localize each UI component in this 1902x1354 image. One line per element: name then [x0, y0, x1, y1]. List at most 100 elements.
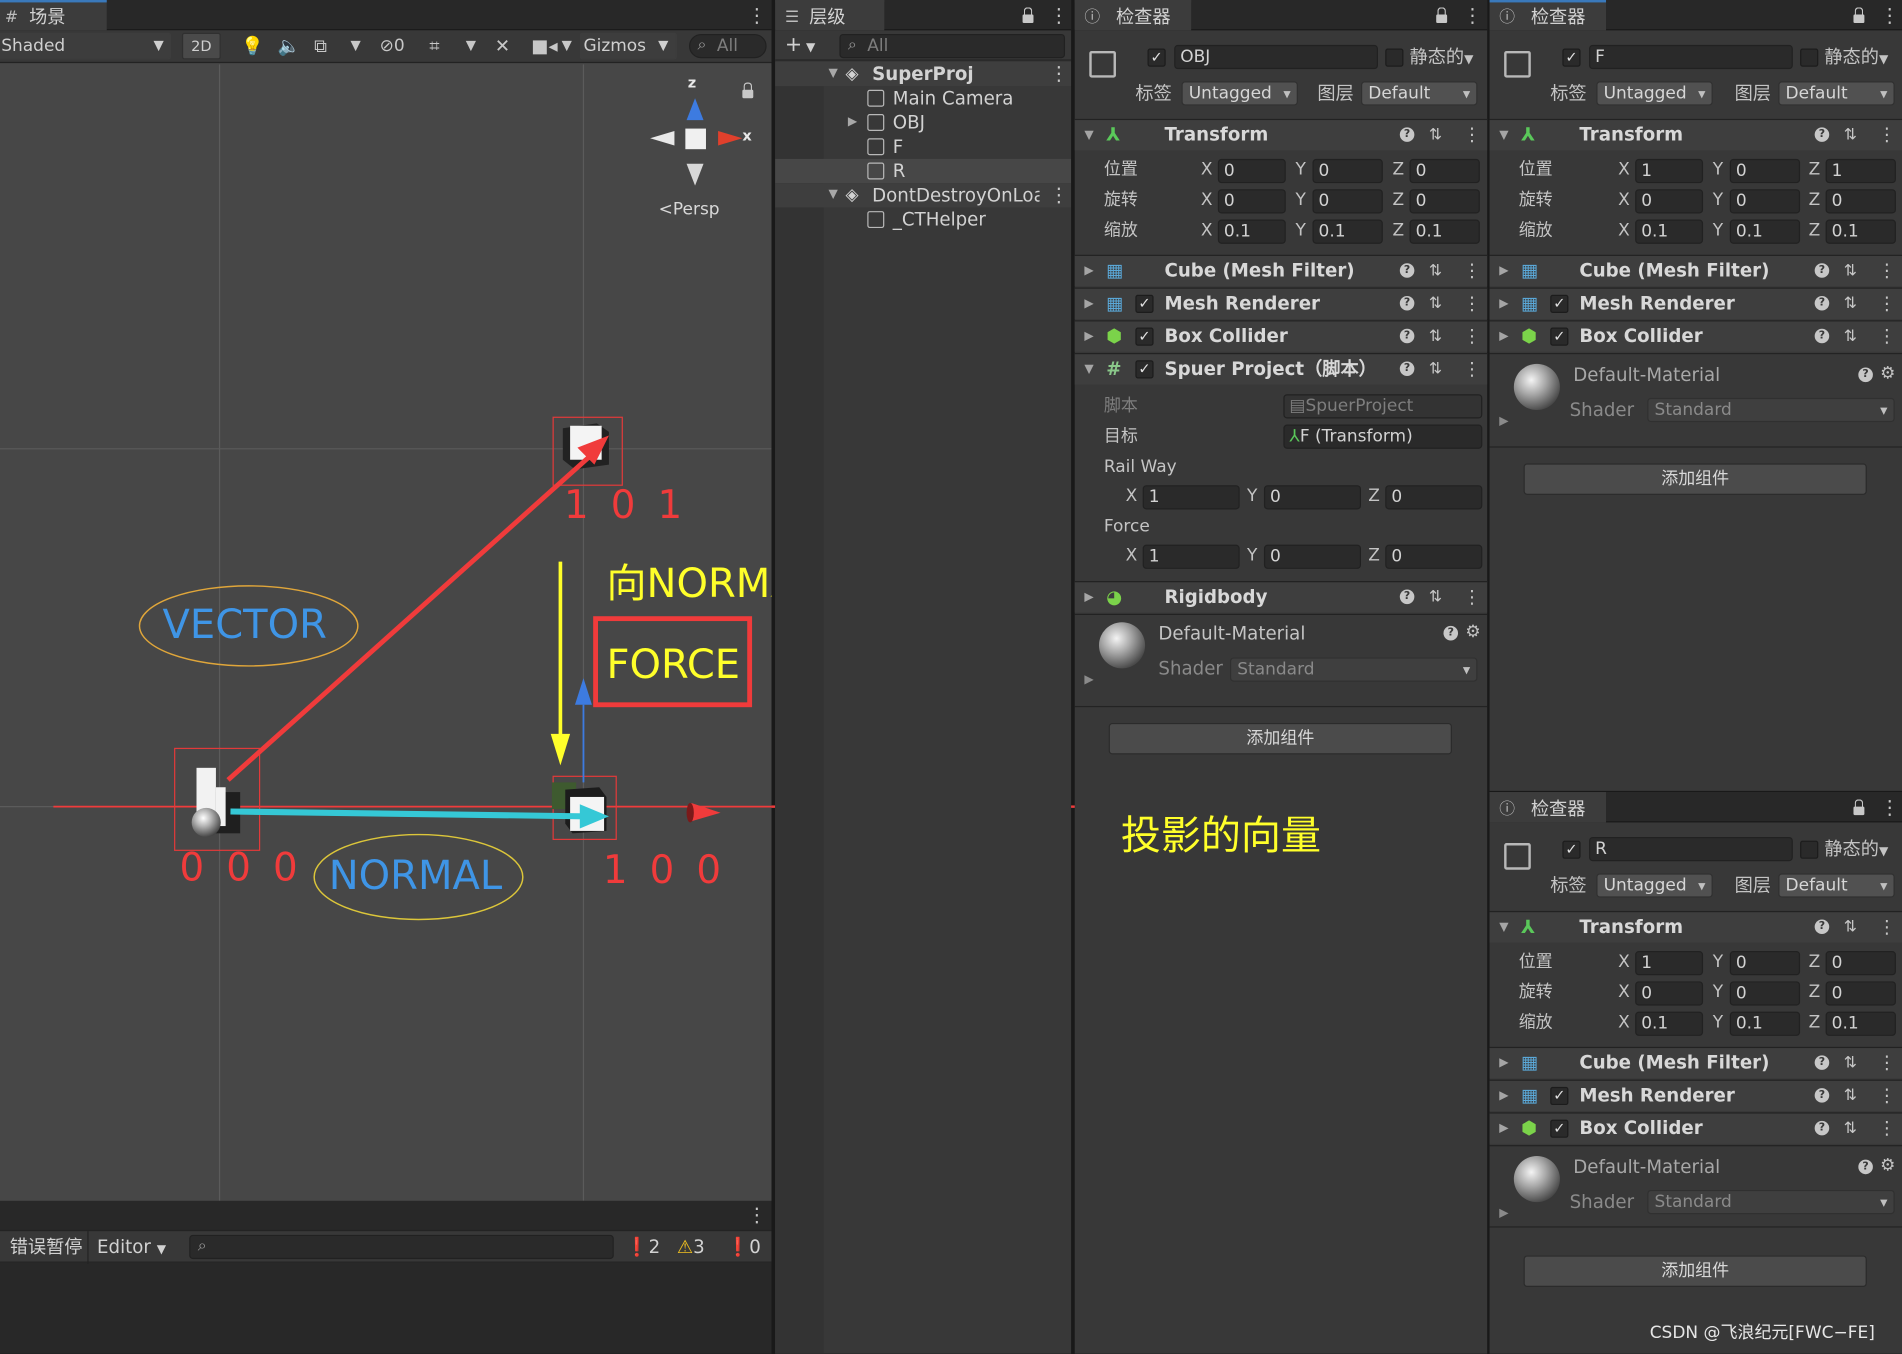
help-icon[interactable]: ?	[1399, 361, 1415, 377]
editor-target-dropdown[interactable]: Editor ▼	[97, 1236, 166, 1261]
expand-arrow-icon[interactable]: ▶	[848, 110, 857, 134]
gameobject-name-field[interactable]: R	[1589, 836, 1793, 862]
scene-more-icon[interactable]: ⋮	[1049, 185, 1068, 205]
lighting-icon[interactable]: 💡	[241, 34, 264, 58]
console-search-input[interactable]	[189, 1234, 614, 1260]
rail-way-z-field[interactable]: 0	[1385, 485, 1483, 510]
mesh-filter-header[interactable]: ▶ ▦ Cube (Mesh Filter) ? ⇅ ⋮	[1489, 254, 1902, 287]
hierarchy-item-obj[interactable]: ▶ OBJ	[775, 110, 1071, 134]
tab-hierarchy[interactable]: ☰ 层级	[775, 0, 885, 31]
component-more-icon[interactable]: ⋮	[1463, 120, 1481, 150]
help-icon[interactable]: ?	[1399, 328, 1415, 344]
help-icon[interactable]: ?	[1399, 263, 1415, 278]
inspector-more-icon[interactable]: ⋮	[1880, 798, 1899, 817]
shader-dropdown[interactable]: Standard	[1647, 397, 1895, 423]
static-checkbox[interactable]	[1385, 48, 1404, 67]
preset-icon[interactable]: ⇅	[1844, 256, 1857, 286]
force-z-field[interactable]: 0	[1385, 544, 1483, 569]
help-icon[interactable]: ?	[1858, 367, 1873, 383]
mesh-renderer-header[interactable]: ▶ ▦ ✓ Mesh Renderer ? ⇅ ⋮	[1489, 287, 1902, 320]
inspector-lock-icon[interactable]	[1436, 7, 1448, 24]
preset-icon[interactable]: ⇅	[1844, 1081, 1857, 1111]
hierarchy-item-f[interactable]: F	[775, 135, 1071, 159]
help-icon[interactable]: ?	[1443, 625, 1459, 641]
shader-dropdown[interactable]: Standard	[1647, 1189, 1895, 1215]
component-more-icon[interactable]: ⋮	[1878, 321, 1896, 351]
hierarchy-item-r[interactable]: R	[775, 158, 1072, 184]
rotation-x-field[interactable]: 0	[1217, 189, 1286, 214]
preset-icon[interactable]: ⇅	[1429, 120, 1442, 150]
rotation-z-field[interactable]: 0	[1409, 189, 1480, 214]
scale-x-field[interactable]: 0.1	[1635, 219, 1704, 244]
help-icon[interactable]: ?	[1399, 127, 1415, 142]
gameobject-name-field[interactable]: OBJ	[1174, 44, 1378, 70]
position-z-field[interactable]: 1	[1825, 158, 1896, 184]
expand-arrow-icon[interactable]: ▶	[1499, 411, 1508, 433]
preset-icon[interactable]: ⇅	[1844, 289, 1857, 319]
component-more-icon[interactable]: ⋮	[1463, 321, 1481, 351]
add-component-button[interactable]: 添加组件	[1108, 722, 1452, 755]
hierarchy-search-input[interactable]: All	[839, 33, 1066, 59]
gizmo-lock-icon[interactable]	[742, 82, 754, 99]
layer-dropdown[interactable]: Default	[1778, 873, 1895, 898]
mesh-renderer-enabled-checkbox[interactable]: ✓	[1550, 294, 1569, 313]
tab-inspector[interactable]: ⓘ 检查器	[1489, 0, 1607, 31]
rotation-y-field[interactable]: 0	[1312, 189, 1383, 214]
preset-icon[interactable]: ⇅	[1844, 120, 1857, 150]
hierarchy-lock-icon[interactable]	[1022, 7, 1034, 24]
gizmos-dropdown[interactable]: Gizmos ▼	[579, 32, 677, 60]
hierarchy-scene-superproj[interactable]: ▼ ◈ SuperProj ⋮	[775, 61, 1072, 87]
position-y-field[interactable]: 0	[1312, 158, 1383, 184]
grid-snap-icon[interactable]: ⌗	[429, 34, 439, 58]
inspector-lock-icon[interactable]	[1853, 7, 1865, 24]
audio-icon[interactable]: 🔈	[278, 34, 301, 58]
force-x-field[interactable]: 1	[1142, 544, 1240, 569]
scale-x-field[interactable]: 0.1	[1635, 1011, 1704, 1036]
scale-y-field[interactable]: 0.1	[1729, 219, 1801, 244]
rotation-x-field[interactable]: 0	[1635, 189, 1704, 214]
shading-mode-dropdown[interactable]: Shaded ▼	[0, 32, 172, 60]
component-more-icon[interactable]: ⋮	[1878, 1114, 1896, 1144]
tab-inspector[interactable]: ⓘ 检查器	[1489, 792, 1607, 823]
active-checkbox[interactable]: ✓	[1562, 48, 1581, 67]
settings-gear-icon[interactable]: ⚙	[1880, 363, 1895, 385]
scene-search-input[interactable]: All	[688, 33, 767, 59]
info-count-toggle[interactable]: ❗2	[626, 1236, 660, 1258]
error-pause-toggle[interactable]: 错误暂停	[10, 1236, 83, 1258]
box-collider-enabled-checkbox[interactable]: ✓	[1550, 1119, 1569, 1138]
box-collider-header[interactable]: ▶ ⬢ ✓ Box Collider ? ⇅ ⋮	[1074, 320, 1488, 352]
help-icon[interactable]: ?	[1814, 127, 1830, 142]
tag-dropdown[interactable]: Untagged	[1596, 873, 1713, 898]
layer-dropdown[interactable]: Default	[1778, 81, 1895, 106]
rail-way-x-field[interactable]: 1	[1142, 485, 1240, 510]
preset-icon[interactable]: ⇅	[1429, 582, 1442, 612]
inspector-more-icon[interactable]: ⋮	[1463, 5, 1482, 25]
box-collider-enabled-checkbox[interactable]: ✓	[1135, 327, 1154, 346]
active-checkbox[interactable]: ✓	[1147, 48, 1166, 67]
position-z-field[interactable]: 0	[1825, 950, 1896, 976]
help-icon[interactable]: ?	[1814, 263, 1830, 278]
rotation-y-field[interactable]: 0	[1729, 981, 1801, 1006]
help-icon[interactable]: ?	[1814, 295, 1830, 311]
help-icon[interactable]: ?	[1814, 919, 1830, 935]
component-more-icon[interactable]: ⋮	[1463, 354, 1481, 384]
scene-more-icon[interactable]: ⋮	[1049, 64, 1068, 83]
rigidbody-header[interactable]: ▶ ◕ Rigidbody ? ⇅ ⋮	[1074, 581, 1488, 613]
scale-z-field[interactable]: 0.1	[1825, 219, 1896, 244]
scale-z-field[interactable]: 0.1	[1825, 1011, 1896, 1036]
position-x-field[interactable]: 1	[1635, 158, 1704, 184]
component-more-icon[interactable]: ⋮	[1878, 912, 1896, 942]
hierarchy-item-cthelper[interactable]: _CTHelper	[775, 207, 1071, 231]
position-y-field[interactable]: 0	[1729, 158, 1801, 184]
static-label[interactable]: 静态的▼	[1824, 46, 1888, 71]
preset-icon[interactable]: ⇅	[1429, 289, 1442, 319]
tab-scene[interactable]: # 场景	[0, 0, 107, 31]
script-enabled-checkbox[interactable]: ✓	[1135, 360, 1154, 379]
effects-icon[interactable]: ⧉	[314, 34, 327, 58]
help-icon[interactable]: ?	[1814, 328, 1830, 344]
help-icon[interactable]: ?	[1399, 295, 1415, 311]
scene-viewport[interactable]: z x <Persp 1 0 1 0 0 0 1 0 0 VECTOR NORM…	[0, 64, 772, 1201]
tab-inspector[interactable]: ⓘ 检查器	[1074, 0, 1192, 31]
help-icon[interactable]: ?	[1814, 1088, 1830, 1103]
box-collider-header[interactable]: ▶ ⬢ ✓ Box Collider ? ⇅ ⋮	[1489, 1112, 1902, 1144]
